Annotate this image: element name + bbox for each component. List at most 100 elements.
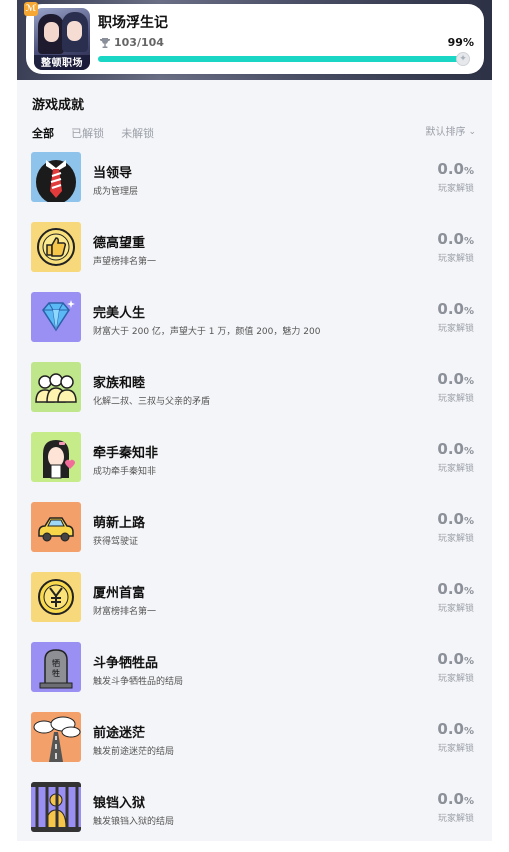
achievement-row[interactable]: 前途迷茫 触发前途迷茫的结局 0.0% 玩家解锁 xyxy=(31,712,477,782)
unlock-rate-unit: % xyxy=(463,726,474,737)
unlock-rate: 0.0% xyxy=(437,300,474,318)
unlock-rate-value: 0.0 xyxy=(437,370,464,388)
unlock-rate-value: 0.0 xyxy=(437,160,464,178)
achievement-row[interactable]: 厦州首富 财富榜排名第一 0.0% 玩家解锁 xyxy=(31,572,477,642)
achievement-description: 财富大于 200 亿，声望大于 1 万，颜值 200，魅力 200 xyxy=(93,327,321,337)
unlock-rate-label: 玩家解锁 xyxy=(437,254,474,264)
achievement-description: 获得驾驶证 xyxy=(93,537,139,547)
completion-progress-bar xyxy=(98,56,468,62)
achievement-row[interactable]: 牺 牲 斗争牺牲品 触发斗争牺牲品的结局 0.0% 玩家解锁 xyxy=(31,642,477,712)
tab-locked[interactable]: 未解锁 xyxy=(121,125,154,141)
unlock-rate-label: 玩家解锁 xyxy=(437,394,474,404)
unlock-rate-unit: % xyxy=(463,656,474,667)
achievement-title: 斗争牺牲品 xyxy=(93,656,159,671)
unlock-rate: 0.0% xyxy=(437,580,474,598)
achievement-title: 前途迷茫 xyxy=(93,726,146,741)
unlock-rate: 0.0% xyxy=(437,440,474,458)
unlock-rate-value: 0.0 xyxy=(437,440,464,458)
tombstone-text-1: 牺 xyxy=(52,658,60,668)
unlock-rate-label: 玩家解锁 xyxy=(437,814,474,824)
achievement-title: 完美人生 xyxy=(93,306,146,321)
unlock-rate-label: 玩家解锁 xyxy=(437,744,474,754)
sort-dropdown[interactable]: 默认排序 ⌄ xyxy=(425,123,476,138)
unlock-rate-value: 0.0 xyxy=(437,580,464,598)
brand-logo-icon: ℳ xyxy=(24,2,38,16)
unlock-rate-value: 0.0 xyxy=(437,720,464,738)
unlock-rate-value: 0.0 xyxy=(437,230,464,248)
achievement-row[interactable]: 完美人生 财富大于 200 亿，声望大于 1 万，颜值 200，魅力 200 0… xyxy=(31,292,477,362)
achievement-title: 萌新上路 xyxy=(93,516,146,531)
thumbs-up-icon xyxy=(31,222,81,272)
unlock-rate-unit: % xyxy=(463,236,474,247)
unlock-rate-label: 玩家解锁 xyxy=(437,534,474,544)
chevron-down-icon: ⌄ xyxy=(468,127,476,137)
progress-fill xyxy=(98,56,465,62)
achievement-description: 声望榜排名第一 xyxy=(93,257,157,267)
unlock-rate: 0.0% xyxy=(437,230,474,248)
game-title: 职场浮生记 xyxy=(98,15,168,31)
unlock-rate-unit: % xyxy=(463,796,474,807)
unlock-rate-unit: % xyxy=(463,446,474,457)
achievement-description: 触发斗争牺牲品的结局 xyxy=(93,677,184,687)
filter-tabs: 全部 已解锁 未解锁 xyxy=(32,122,166,141)
achievement-title: 锒铛入狱 xyxy=(93,796,146,811)
yuan-coin-icon xyxy=(31,572,81,622)
unlock-rate-unit: % xyxy=(463,516,474,527)
diamond-icon xyxy=(31,292,81,342)
progress-end-icon: ✦ xyxy=(456,52,470,66)
sort-label: 默认排序 xyxy=(425,127,466,138)
tombstone-icon: 牺 牲 xyxy=(31,642,81,692)
unlock-rate: 0.0% xyxy=(437,160,474,178)
unlock-rate: 0.0% xyxy=(437,720,474,738)
cover-title: 整顿职场 xyxy=(41,58,83,69)
achievement-title: 厦州首富 xyxy=(93,586,146,601)
achievement-description: 成功牵手秦知非 xyxy=(93,467,157,477)
game-cover[interactable]: 整顿职场 xyxy=(34,8,90,70)
tie-icon xyxy=(31,152,81,202)
unlock-rate-label: 玩家解锁 xyxy=(437,464,474,474)
achievement-row[interactable]: 萌新上路 获得驾驶证 0.0% 玩家解锁 xyxy=(31,502,477,572)
girl-heart-icon xyxy=(31,432,81,482)
unlock-rate-label: 玩家解锁 xyxy=(437,324,474,334)
unlock-rate: 0.0% xyxy=(437,650,474,668)
achievement-title: 家族和睦 xyxy=(93,376,146,391)
unlock-rate-value: 0.0 xyxy=(437,300,464,318)
unlock-rate: 0.0% xyxy=(437,510,474,528)
section-title: 游戏成就 xyxy=(32,98,85,113)
game-card[interactable]: 整顿职场 ℳ 职场浮生记 103/104 99% ✦ xyxy=(24,2,484,74)
unlock-rate-value: 0.0 xyxy=(437,510,464,528)
unlock-rate-unit: % xyxy=(463,376,474,387)
achievement-title: 德高望重 xyxy=(93,236,146,251)
achievement-title: 牵手秦知非 xyxy=(93,446,159,461)
achievement-description: 化解二叔、三叔与父亲的矛盾 xyxy=(93,397,211,407)
unlock-rate: 0.0% xyxy=(437,790,474,808)
achievement-row[interactable]: 当领导 成为管理层 0.0% 玩家解锁 xyxy=(31,152,477,222)
unlock-rate: 0.0% xyxy=(437,370,474,388)
foggy-road-icon xyxy=(31,712,81,762)
achievement-row[interactable]: 锒铛入狱 触发锒铛入狱的结局 0.0% 玩家解锁 xyxy=(31,782,477,852)
achievement-row[interactable]: 德高望重 声望榜排名第一 0.0% 玩家解锁 xyxy=(31,222,477,292)
achievement-description: 成为管理层 xyxy=(93,187,139,197)
tab-all[interactable]: 全部 xyxy=(32,125,54,141)
tombstone-text-2: 牲 xyxy=(52,668,60,678)
achievement-description: 触发前途迷茫的结局 xyxy=(93,747,175,757)
trophy-icon xyxy=(99,38,111,48)
unlock-rate-label: 玩家解锁 xyxy=(437,604,474,614)
unlock-rate-unit: % xyxy=(463,306,474,317)
achievement-description: 触发锒铛入狱的结局 xyxy=(93,817,175,827)
trophy-count: 103/104 xyxy=(114,36,164,49)
unlock-rate-unit: % xyxy=(463,586,474,597)
unlock-rate-label: 玩家解锁 xyxy=(437,184,474,194)
unlock-rate-unit: % xyxy=(463,166,474,177)
unlock-rate-label: 玩家解锁 xyxy=(437,674,474,684)
achievement-description: 财富榜排名第一 xyxy=(93,607,157,617)
unlock-rate-value: 0.0 xyxy=(437,650,464,668)
completion-percent: 99% xyxy=(447,36,474,49)
tab-unlocked[interactable]: 已解锁 xyxy=(71,125,104,141)
family-icon xyxy=(31,362,81,412)
unlock-rate-value: 0.0 xyxy=(437,790,464,808)
car-icon xyxy=(31,502,81,552)
prison-icon xyxy=(31,782,81,832)
achievement-row[interactable]: 牵手秦知非 成功牵手秦知非 0.0% 玩家解锁 xyxy=(31,432,477,502)
achievement-row[interactable]: 家族和睦 化解二叔、三叔与父亲的矛盾 0.0% 玩家解锁 xyxy=(31,362,477,432)
